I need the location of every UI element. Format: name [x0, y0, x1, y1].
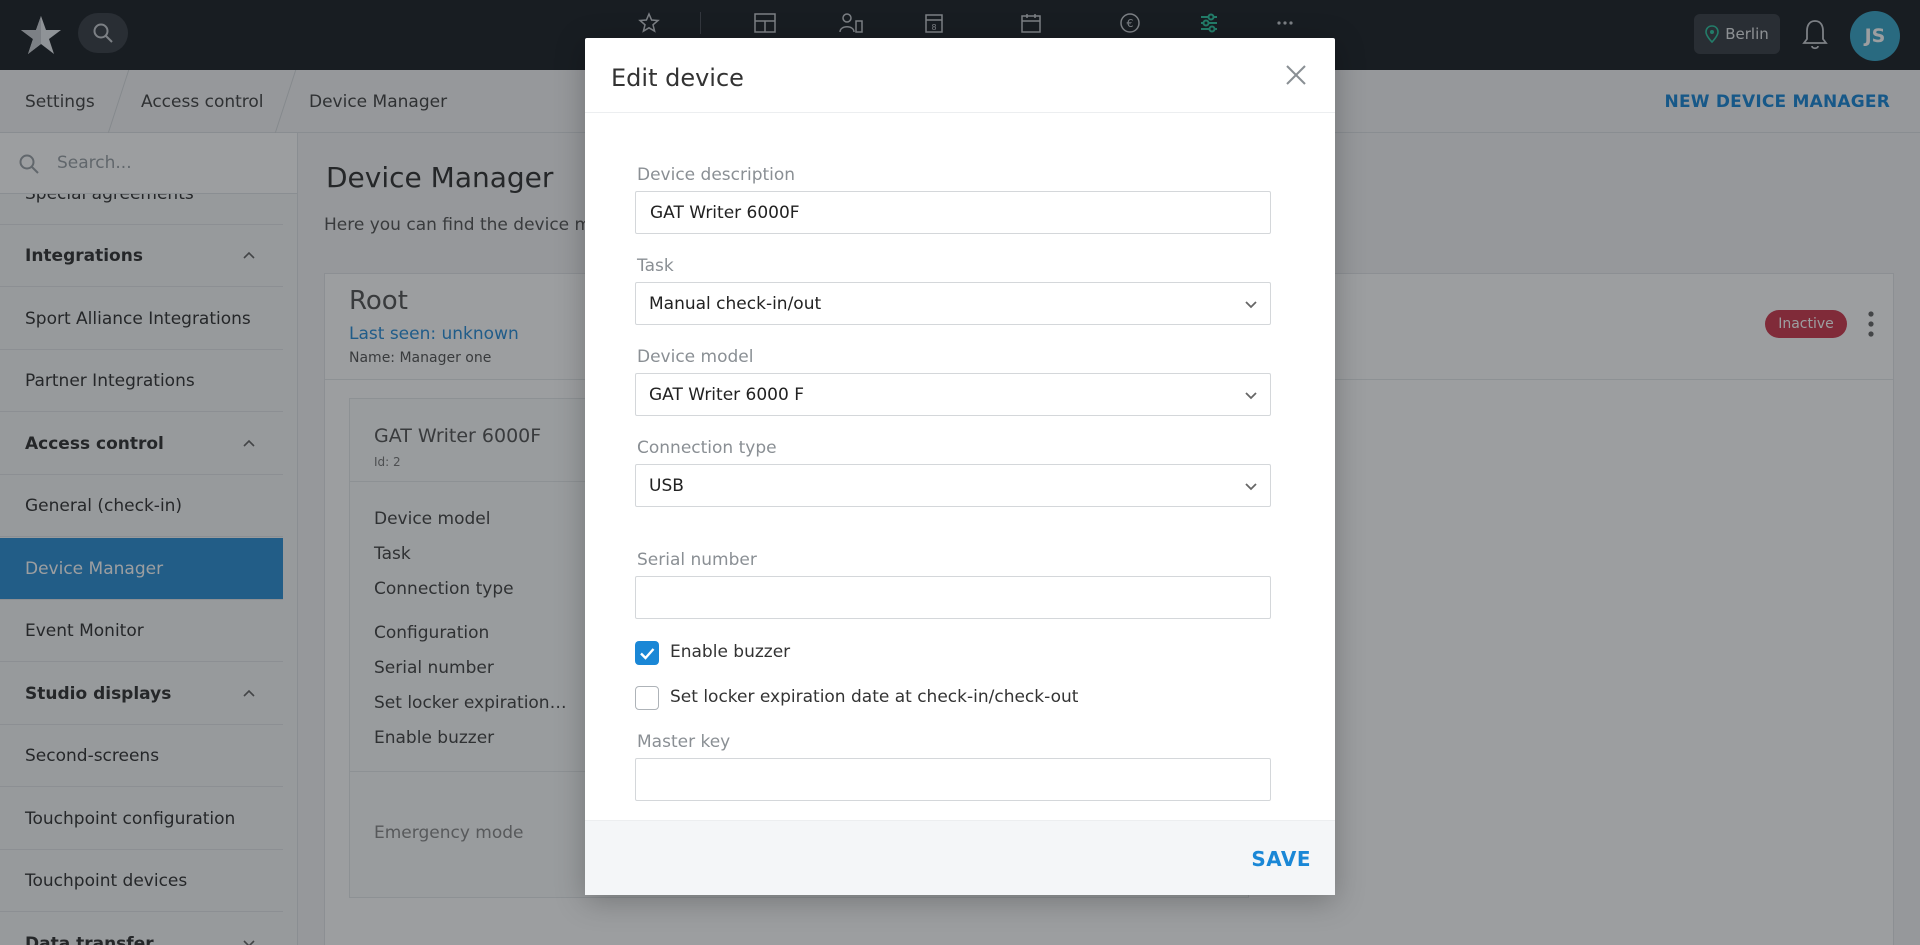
master-key-label: Master key [637, 732, 731, 752]
task-value: Manual check-in/out [649, 293, 822, 314]
enable-buzzer-checkbox[interactable] [635, 641, 659, 665]
chevron-down-icon [1245, 392, 1257, 400]
checkmark-icon [640, 648, 655, 660]
connection-type-label: Connection type [637, 438, 777, 458]
task-select[interactable]: Manual check-in/out [635, 282, 1271, 325]
serial-number-input[interactable] [635, 576, 1271, 619]
edit-device-dialog: Edit device Device description GAT Write… [585, 38, 1335, 895]
enable-buzzer-label: Enable buzzer [670, 642, 791, 662]
task-label: Task [637, 256, 674, 276]
chevron-down-icon [1245, 301, 1257, 309]
device-model-select[interactable]: GAT Writer 6000 F [635, 373, 1271, 416]
connection-type-value: USB [649, 475, 684, 496]
device-model-label: Device model [637, 347, 754, 367]
dialog-header: Edit device [585, 38, 1335, 113]
serial-number-label: Serial number [637, 550, 757, 570]
locker-expiration-label: Set locker expiration date at check-in/c… [670, 687, 1079, 707]
connection-type-select[interactable]: USB [635, 464, 1271, 507]
close-icon[interactable] [1283, 62, 1309, 88]
locker-expiration-checkbox[interactable] [635, 686, 659, 710]
master-key-input[interactable] [635, 758, 1271, 801]
save-button[interactable]: SAVE [1251, 847, 1311, 871]
dialog-footer: SAVE [585, 820, 1335, 895]
device-description-label: Device description [637, 165, 796, 185]
chevron-down-icon [1245, 483, 1257, 491]
device-description-input[interactable]: GAT Writer 6000F [635, 191, 1271, 234]
device-model-value: GAT Writer 6000 F [649, 384, 804, 405]
dialog-title: Edit device [611, 64, 744, 92]
device-description-value: GAT Writer 6000F [650, 202, 800, 223]
